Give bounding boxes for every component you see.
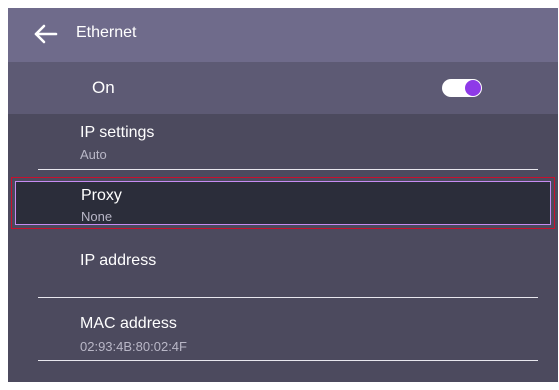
proxy-title: Proxy — [81, 187, 122, 204]
divider — [38, 297, 538, 298]
proxy-selection-outline: Proxy None — [11, 177, 555, 229]
ethernet-toggle-row[interactable]: On — [8, 62, 558, 114]
divider — [38, 169, 538, 170]
header-bar: Ethernet — [8, 8, 558, 62]
ip-address-item[interactable]: IP address — [8, 236, 558, 296]
toggle-label: On — [92, 78, 115, 97]
ip-settings-value: Auto — [80, 147, 107, 162]
toggle-knob — [465, 80, 481, 96]
proxy-item[interactable]: Proxy None — [15, 181, 551, 225]
mac-address-value: 02:93:4B:80:02:4F — [80, 339, 187, 354]
ethernet-settings-screen: Ethernet On IP settings Auto Proxy None … — [8, 8, 558, 382]
proxy-value: None — [81, 209, 113, 224]
mac-address-title: MAC address — [80, 315, 177, 332]
ethernet-toggle-switch[interactable] — [442, 79, 482, 97]
page-title: Ethernet — [76, 24, 137, 41]
divider — [38, 360, 538, 361]
ip-settings-item[interactable]: IP settings Auto — [8, 114, 558, 172]
ip-address-title: IP address — [80, 252, 157, 269]
ip-settings-title: IP settings — [80, 124, 155, 141]
mac-address-item[interactable]: MAC address 02:93:4B:80:02:4F — [8, 300, 558, 362]
arrow-left-icon[interactable] — [32, 23, 58, 45]
